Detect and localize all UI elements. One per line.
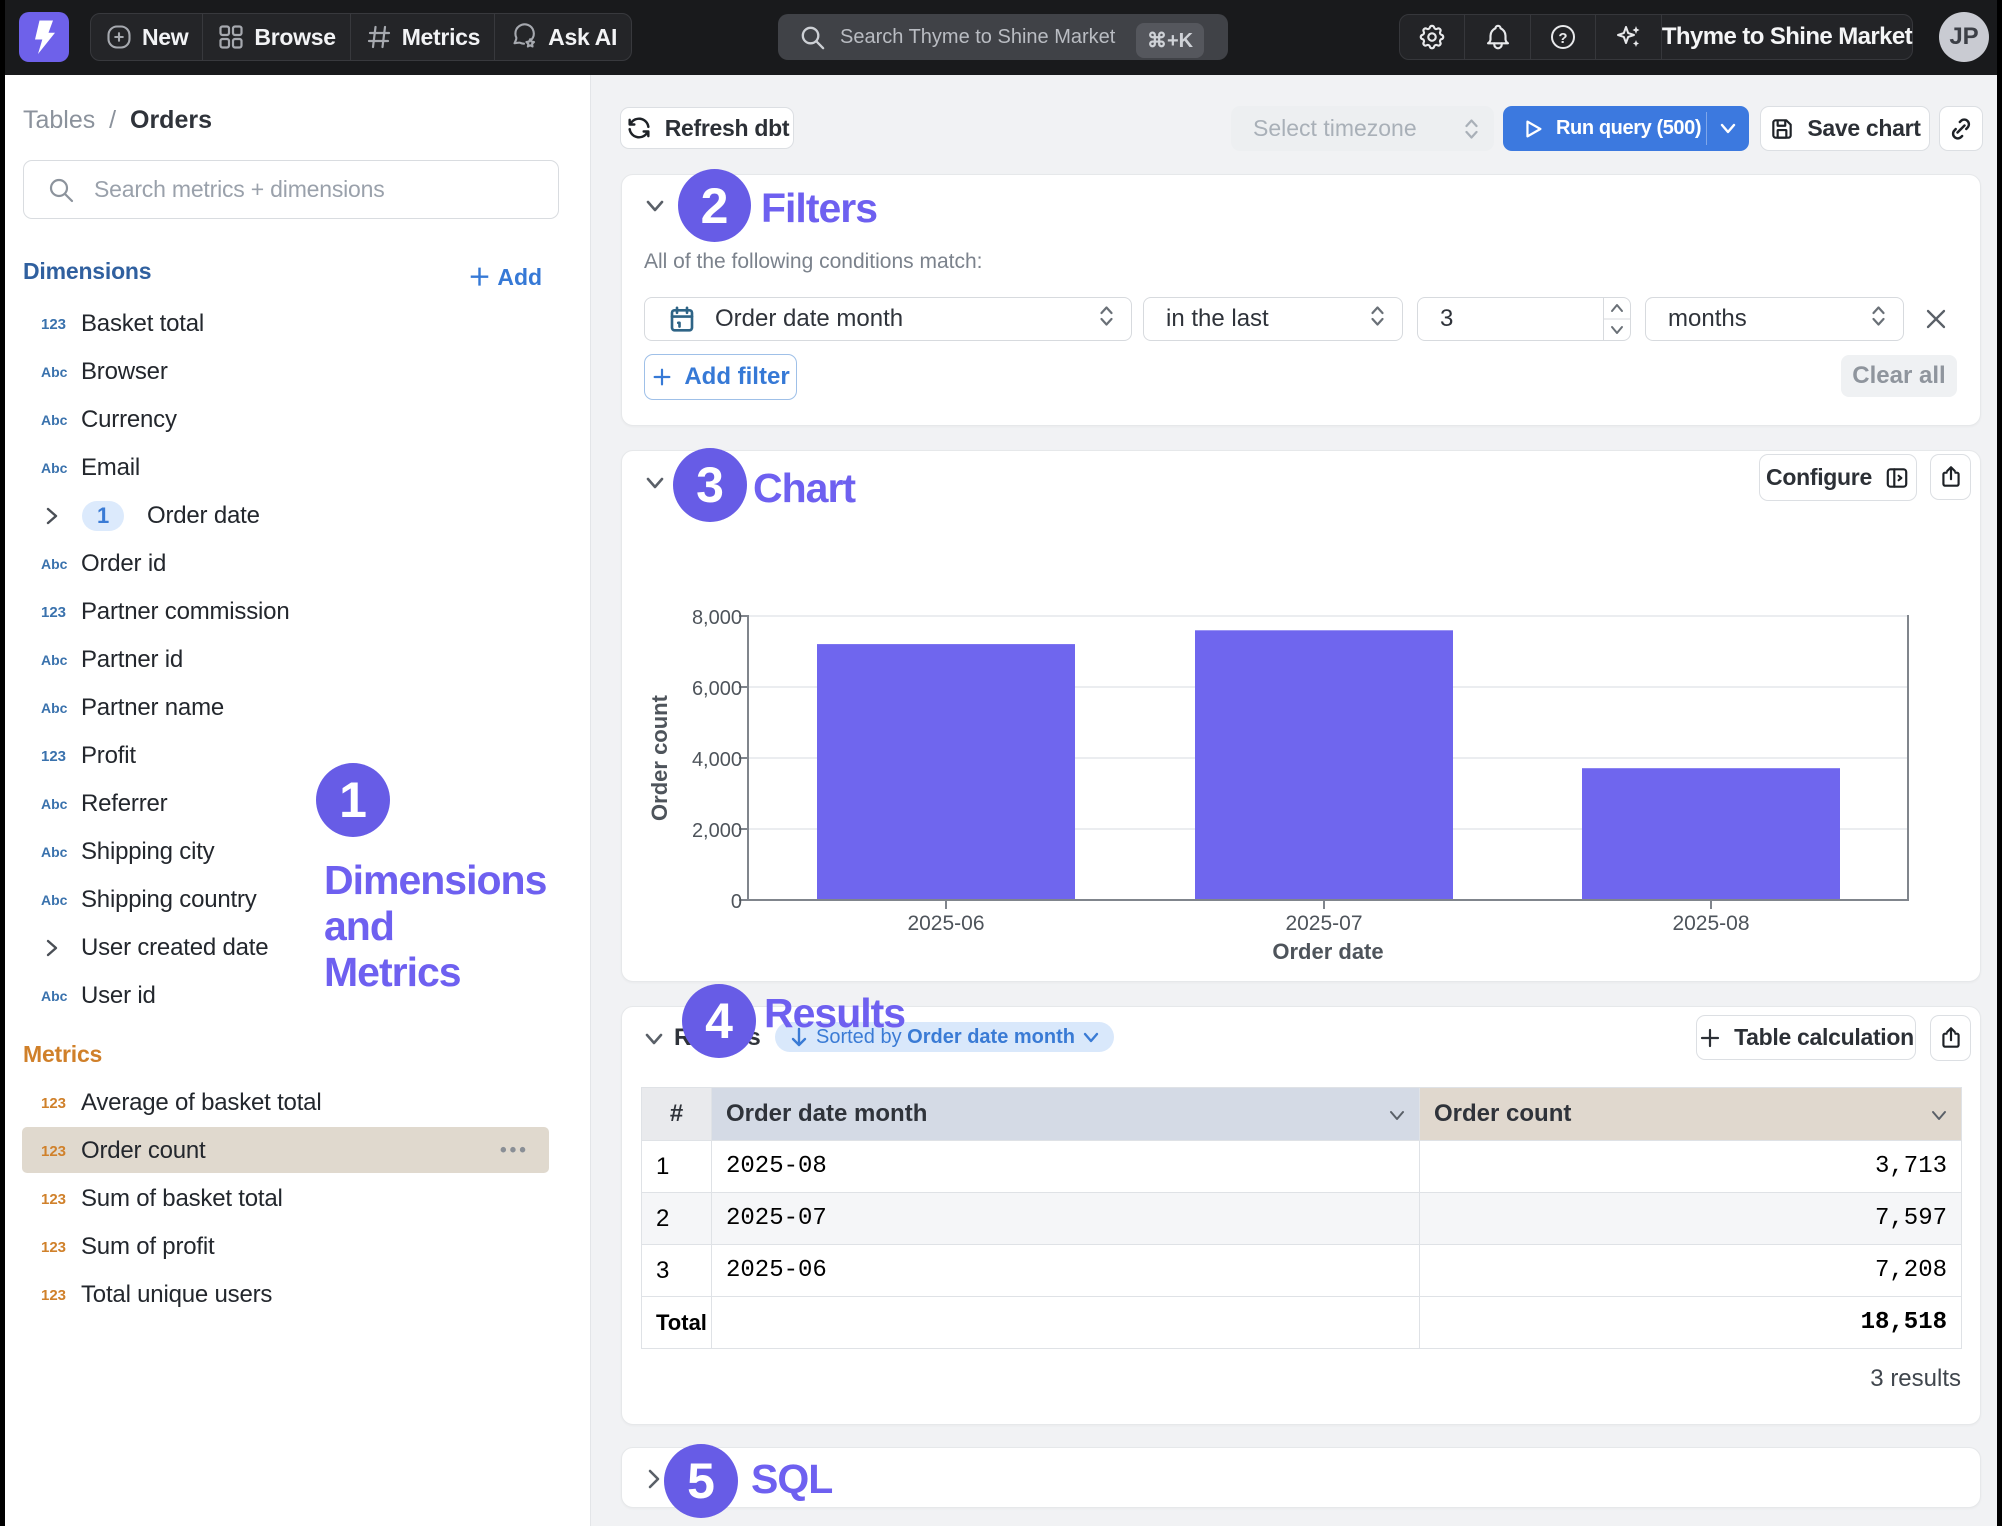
- svg-text:6,000: 6,000: [692, 678, 742, 700]
- svg-text:4,000: 4,000: [692, 749, 742, 771]
- svg-text:2025-08: 2025-08: [1672, 912, 1749, 935]
- svg-text:0: 0: [731, 891, 742, 913]
- svg-text:Order date: Order date: [1272, 939, 1383, 964]
- svg-text:8,000: 8,000: [692, 607, 742, 629]
- svg-text:2025-06: 2025-06: [907, 912, 984, 935]
- svg-text:2,000: 2,000: [692, 820, 742, 842]
- svg-text:2025-07: 2025-07: [1285, 912, 1362, 935]
- svg-text:Order count: Order count: [647, 694, 672, 821]
